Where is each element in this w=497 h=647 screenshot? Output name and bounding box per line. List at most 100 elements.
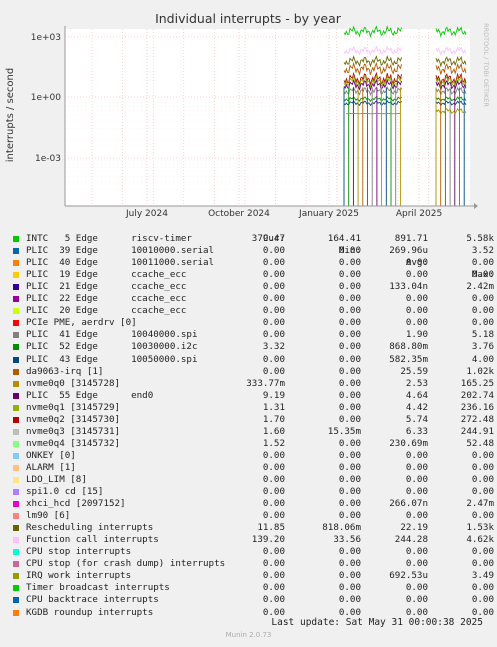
legend-swatch (13, 272, 19, 279)
legend-cur-value: 0.00 (262, 365, 285, 377)
legend-max-value: 202.74 (460, 389, 494, 401)
legend-cur-value: 0.00 (262, 257, 285, 269)
legend-cur-value: 0.00 (262, 594, 285, 606)
legend-cur-value: 333.77m (246, 377, 285, 389)
legend-cur-value: 0.00 (262, 305, 285, 317)
legend-max-value: 0.00 (471, 293, 494, 305)
legend-row: Rescheduling interrupts 11.85 818.06m 22.19… (13, 522, 494, 534)
legend-row: PLIC 19 Edge ccache_ecc 0.00 0.00 0.00 0.00 (13, 269, 494, 281)
legend-avg-value: 0.00 (405, 486, 428, 498)
legend-max-value: 0.00 (471, 558, 494, 570)
legend-swatch (13, 476, 19, 483)
legend-cur-value: 1.60 (262, 425, 285, 437)
legend-min-value: 0.00 (338, 377, 361, 389)
legend-series-name: PLIC 55 Edge end0 (26, 389, 154, 401)
legend-avg-value: 5.74 (405, 413, 428, 425)
legend-max-value: 0.00 (471, 510, 494, 522)
legend-avg-value: 0.00 (405, 257, 428, 269)
legend-swatch (13, 452, 19, 459)
legend-swatch (13, 501, 19, 508)
legend-cur-value: 0.00 (262, 281, 285, 293)
legend: Cur: Min: Avg: Max: INTC 5 Edge riscv-ti… (13, 221, 494, 619)
legend-series-name: ONKEY [0] (26, 449, 76, 461)
legend-max-value: 3.52 (471, 245, 494, 257)
legend-row: PLIC 43 Edge 10050000.spi 0.00 0.00 582.35m… (13, 353, 494, 366)
legend-row: spi1.0 cd [15] 0.00 0.00 0.00 0.00 (13, 486, 494, 498)
legend-series-name: PLIC 20 Edge ccache_ecc (26, 305, 187, 317)
legend-series-name: nvme0q3 [3145731] (26, 425, 121, 437)
legend-avg-value: 868.80m (389, 341, 428, 353)
legend-series-name: PLIC 21 Edge ccache_ecc (26, 281, 187, 293)
legend-max-value: 4.00 (471, 353, 494, 365)
legend-swatch (13, 260, 19, 267)
legend-series-name: PLIC 22 Edge ccache_ecc (26, 293, 187, 305)
legend-row: PLIC 52 Edge 10030000.i2c 3.32 0.00 868.80m… (13, 341, 494, 353)
legend-cur-value: 0.00 (262, 486, 285, 498)
legend-avg-value: 133.04n (389, 281, 428, 293)
legend-swatch (13, 428, 19, 435)
legend-row: PLIC 22 Edge ccache_ecc 0.00 0.00 0.00 0.00 (13, 293, 494, 305)
legend-min-value: 0.00 (338, 449, 361, 461)
legend-max-value: 0.00 (471, 546, 494, 558)
legend-swatch (13, 308, 19, 315)
legend-avg-value: 266.07n (389, 498, 428, 510)
legend-cur-value: 0.00 (262, 293, 285, 305)
legend-cur-value: 1.70 (262, 413, 285, 425)
legend-swatch (13, 549, 19, 556)
legend-swatch (13, 489, 19, 496)
y-axis-label: interrupts / second (5, 68, 16, 162)
legend-row: Timer broadcast interrupts 0.00 0.00 0.00 0.… (13, 582, 494, 594)
y-tick-label: 1e-03 (35, 154, 61, 164)
legend-swatch (13, 380, 19, 387)
legend-max-value: 5.18 (471, 329, 494, 341)
legend-row: nvme0q0 [3145728] 333.77m 0.00 2.53 165.25 (13, 377, 494, 390)
legend-cur-value: 9.19 (262, 389, 285, 401)
legend-cur-value: 0.00 (262, 570, 285, 582)
legend-series-name: PLIC 41 Edge 10040000.spi (26, 329, 198, 341)
legend-min-value: 0.00 (338, 329, 361, 341)
legend-series-name: nvme0q2 [3145730] (26, 413, 121, 425)
legend-min-value: 0.00 (338, 473, 361, 485)
legend-max-value: 0.00 (471, 317, 494, 329)
legend-swatch (13, 404, 19, 411)
legend-cur-value: 1.31 (262, 401, 285, 413)
legend-max-value: 0.00 (471, 257, 494, 269)
legend-series-name: ALARM [1] (26, 461, 76, 473)
legend-min-value: 0.00 (338, 341, 361, 353)
legend-min-value: 15.35m (327, 425, 361, 437)
legend-max-value: 1.53k (466, 522, 494, 534)
legend-series-name: Function call interrupts (26, 534, 159, 546)
legend-swatch (13, 416, 19, 423)
legend-swatch (13, 296, 19, 303)
legend-cur-value: 0.00 (262, 546, 285, 558)
legend-swatch (13, 392, 19, 399)
legend-min-value: 0.00 (338, 317, 361, 329)
legend-cur-value: 0.00 (262, 558, 285, 570)
legend-swatch (13, 284, 19, 291)
legend-max-value: 0.00 (471, 269, 494, 281)
legend-swatch (13, 440, 19, 447)
legend-row: PCIe PME, aerdrv [0] 0.00 0.00 0.00 0.00 (13, 317, 494, 329)
legend-avg-value: 4.64 (405, 389, 428, 401)
legend-row: ALARM [1] 0.00 0.00 0.00 0.00 (13, 461, 494, 474)
x-tick-label: April 2025 (396, 209, 442, 219)
legend-cur-value: 0.00 (262, 329, 285, 341)
legend-avg-value: 0.00 (405, 594, 428, 606)
legend-series-name: CPU stop (for crash dump) interrupts (26, 558, 226, 570)
legend-max-value: 0.00 (471, 582, 494, 594)
legend-avg-value: 0.00 (405, 558, 428, 570)
legend-max-value: 5.58k (466, 233, 494, 245)
legend-min-value: 0.00 (338, 389, 361, 401)
x-tick-label: July 2024 (125, 209, 168, 219)
legend-max-value: 0.00 (471, 594, 494, 606)
legend-min-value: 0.00 (338, 245, 361, 257)
legend-avg-value: 4.42 (405, 401, 428, 413)
legend-cur-value: 0.00 (262, 461, 285, 473)
legend-avg-value: 0.00 (405, 293, 428, 305)
legend-max-value: 0.00 (471, 486, 494, 498)
legend-cur-value: 3.32 (262, 341, 285, 353)
watermark: RRDTOOL / TOBI OETIKER (482, 23, 490, 107)
legend-max-value: 2.47m (466, 498, 494, 510)
legend-max-value: 236.16 (460, 401, 494, 413)
legend-min-value: 164.41 (327, 233, 361, 245)
